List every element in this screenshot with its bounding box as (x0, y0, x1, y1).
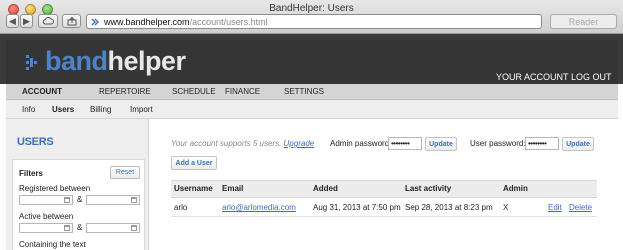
user-password-input[interactable]: •••••••• (525, 137, 559, 150)
registered-from-input[interactable] (19, 195, 73, 205)
cell-added: Aug 31, 2013 at 7:50 pm (313, 203, 401, 212)
active-to-input[interactable] (86, 223, 140, 233)
col-added: Added (313, 184, 338, 193)
add-user-button[interactable]: Add a User (171, 156, 217, 170)
nav-repertoire[interactable]: REPERTOIRE (99, 87, 151, 96)
subnav-users[interactable]: Users (52, 105, 74, 114)
cell-email-link[interactable]: arlo@arlomedia.com (222, 203, 296, 212)
logo-band-text: band (45, 46, 108, 76)
col-username: Username (174, 184, 213, 193)
subnav-import[interactable]: Import (130, 105, 153, 114)
log-out-link[interactable]: LOG OUT (571, 72, 612, 82)
update-admin-password-button[interactable]: Update (425, 137, 457, 151)
browser-titlebar: BandHelper: Users ◀ ▶ www.bandhelper.com… (0, 0, 623, 34)
nav-account[interactable]: ACCOUNT (22, 87, 62, 96)
forward-arrow-icon: ▶ (23, 15, 30, 26)
user-limit-note: Your account supports 5 users. Upgrade (171, 139, 314, 148)
subnav-billing[interactable]: Billing (90, 105, 111, 114)
delete-user-link[interactable]: Delete (569, 203, 592, 212)
forward-button[interactable]: ▶ (20, 14, 33, 28)
site-header: band helper YOUR ACCOUNT LOG OUT (0, 34, 623, 84)
share-button[interactable] (62, 14, 81, 28)
upgrade-link[interactable]: Upgrade (284, 139, 315, 148)
cell-username: arlo (174, 203, 188, 212)
admin-password-input[interactable]: •••••••• (388, 137, 422, 150)
icloud-tabs-button[interactable] (38, 14, 58, 28)
user-limit-text: Your account supports 5 users. (171, 139, 282, 148)
nav-finance[interactable]: FINANCE (225, 87, 260, 96)
site-favicon-icon (91, 18, 99, 25)
sidebar-title: USERS (17, 136, 54, 148)
calendar-icon (131, 197, 137, 203)
subnav-info[interactable]: Info (22, 105, 35, 114)
logo-chevron-icon (26, 54, 37, 70)
back-arrow-icon: ◀ (9, 15, 16, 26)
header-panel: band helper YOUR ACCOUNT LOG OUT (6, 40, 618, 84)
filters-panel: Filters Reset Registered between & Activ… (12, 159, 145, 250)
nav-settings[interactable]: SETTINGS (284, 87, 324, 96)
back-button[interactable]: ◀ (6, 14, 19, 28)
calendar-icon (64, 225, 70, 231)
col-last-activity: Last activity (405, 184, 452, 193)
url-path: /account/users.html (189, 16, 268, 27)
window-title: BandHelper: Users (269, 3, 354, 14)
ampersand-label: & (77, 223, 83, 232)
edit-user-link[interactable]: Edit (548, 203, 562, 212)
cell-admin: X (503, 203, 509, 212)
cell-last-activity: Sep 28, 2013 at 8:23 pm (405, 203, 493, 212)
ampersand-label: & (77, 195, 83, 204)
col-email: Email (222, 184, 244, 193)
calendar-icon (131, 225, 137, 231)
update-user-password-button[interactable]: Update (562, 137, 594, 151)
share-icon (67, 16, 76, 25)
containing-text-label: Containing the text (19, 240, 86, 249)
registered-between-label: Registered between (19, 184, 91, 193)
admin-password-label: Admin password: (330, 139, 392, 148)
active-between-label: Active between (19, 212, 74, 221)
sidebar: USERS Filters Reset Registered between &… (6, 119, 149, 250)
reader-button[interactable]: Reader (550, 14, 617, 29)
user-password-label: User password: (470, 139, 526, 148)
calendar-icon (64, 197, 70, 203)
main-nav: ACCOUNT REPERTOIRE SCHEDULE FINANCE SETT… (6, 84, 618, 100)
registered-to-input[interactable] (86, 195, 140, 205)
table-row-divider (171, 216, 597, 217)
address-bar[interactable]: www.bandhelper.com/account/users.html (86, 14, 542, 29)
url-host: www.bandhelper.com (104, 16, 190, 27)
bandhelper-logo[interactable]: band helper (26, 48, 186, 75)
logo-helper-text: helper (107, 46, 187, 76)
filters-title: Filters (19, 169, 44, 178)
active-from-input[interactable] (19, 223, 73, 233)
your-account-link[interactable]: YOUR ACCOUNT (496, 72, 569, 82)
nav-schedule[interactable]: SCHEDULE (172, 87, 216, 96)
col-admin: Admin (503, 184, 528, 193)
cloud-icon (42, 17, 54, 25)
reset-filters-button[interactable]: Reset (110, 166, 140, 179)
sub-nav: Info Users Billing Import (6, 100, 618, 119)
